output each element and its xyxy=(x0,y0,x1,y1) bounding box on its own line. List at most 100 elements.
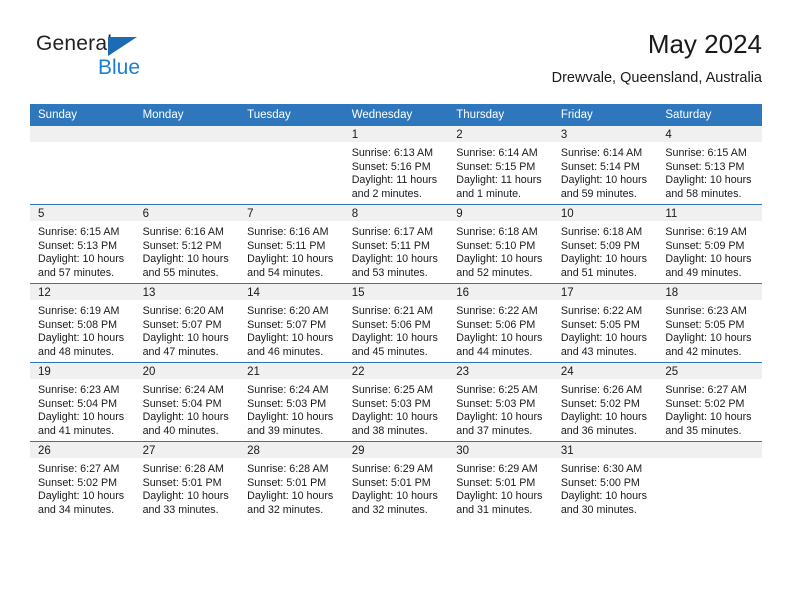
day-cell-inner: 7 Sunrise: 6:16 AM Sunset: 5:11 PM Daylight… xyxy=(239,205,344,283)
daylight-text-line1: Daylight: 10 hours xyxy=(247,411,334,424)
calendar-day-cell[interactable]: 31 Sunrise: 6:30 AM Sunset: 5:00 PM Dayligh… xyxy=(552,441,658,520)
day-number: 24 xyxy=(552,363,658,380)
sunrise-text: Sunrise: 6:24 AM xyxy=(247,384,329,396)
day-details: Sunrise: 6:23 AM Sunset: 5:05 PM Daylight:… xyxy=(657,301,762,359)
daylight-text-line2: and 45 minutes. xyxy=(351,345,428,358)
calendar-day-cell[interactable]: 5 Sunrise: 6:15 AM Sunset: 5:13 PM Daylight… xyxy=(30,204,135,284)
calendar-day-cell[interactable]: 16 Sunrise: 6:22 AM Sunset: 5:06 PM Dayligh… xyxy=(448,283,553,363)
sunset-text: Sunset: 5:05 PM xyxy=(560,318,640,331)
day-number: 27 xyxy=(134,442,240,459)
day-number: 21 xyxy=(239,363,344,380)
daylight-text-line2: and 36 minutes. xyxy=(560,424,637,437)
sunset-text: Sunset: 5:07 PM xyxy=(247,318,327,331)
calendar-day-cell[interactable]: 27 Sunrise: 6:28 AM Sunset: 5:01 PM Dayligh… xyxy=(134,441,240,520)
calendar-day-cell[interactable]: 21 Sunrise: 6:24 AM Sunset: 5:03 PM Dayligh… xyxy=(239,362,344,442)
daylight-text-line2: and 47 minutes. xyxy=(142,345,219,358)
calendar-day-cell[interactable]: 11 Sunrise: 6:19 AM Sunset: 5:09 PM Dayligh… xyxy=(657,204,762,284)
calendar-day-cell[interactable]: 29 Sunrise: 6:29 AM Sunset: 5:01 PM Dayligh… xyxy=(343,441,449,520)
day-cell-inner: 13 Sunrise: 6:20 AM Sunset: 5:07 PM Dayligh… xyxy=(134,284,240,362)
calendar-day-cell[interactable]: 13 Sunrise: 6:20 AM Sunset: 5:07 PM Dayligh… xyxy=(134,283,240,363)
sunset-text: Sunset: 5:10 PM xyxy=(456,239,536,252)
calendar-day-cell[interactable]: 12 Sunrise: 6:19 AM Sunset: 5:08 PM Dayligh… xyxy=(30,283,135,363)
sunrise-text: Sunrise: 6:16 AM xyxy=(247,226,329,238)
day-cell-inner: 3 Sunrise: 6:14 AM Sunset: 5:14 PM Daylight… xyxy=(552,126,658,204)
calendar-table: Sunday Monday Tuesday Wednesday Thursday… xyxy=(30,104,762,520)
daylight-text-line1: Daylight: 10 hours xyxy=(560,174,647,187)
sunset-text: Sunset: 5:12 PM xyxy=(142,239,222,252)
day-number: 6 xyxy=(134,205,240,222)
day-number: 25 xyxy=(657,363,762,380)
calendar-day-cell[interactable]: 30 Sunrise: 6:29 AM Sunset: 5:01 PM Dayligh… xyxy=(448,441,553,520)
day-cell-inner xyxy=(134,126,240,204)
calendar-day-cell[interactable]: 3 Sunrise: 6:14 AM Sunset: 5:14 PM Daylight… xyxy=(552,126,658,205)
day-number: 20 xyxy=(134,363,240,380)
day-cell-inner xyxy=(30,126,135,204)
daylight-text-line2: and 57 minutes. xyxy=(38,266,115,279)
day-cell-inner: 29 Sunrise: 6:29 AM Sunset: 5:01 PM Dayligh… xyxy=(343,442,449,520)
sunset-text: Sunset: 5:04 PM xyxy=(38,397,118,410)
page-title: May 2024 xyxy=(647,29,762,59)
daylight-text-line1: Daylight: 10 hours xyxy=(247,490,334,503)
daylight-text-line2: and 33 minutes. xyxy=(142,503,219,516)
sunset-text: Sunset: 5:03 PM xyxy=(456,397,536,410)
calendar-day-cell[interactable]: 20 Sunrise: 6:24 AM Sunset: 5:04 PM Dayligh… xyxy=(134,362,240,442)
day-details: Sunrise: 6:15 AM Sunset: 5:13 PM Daylight:… xyxy=(657,143,762,201)
sunrise-text: Sunrise: 6:21 AM xyxy=(351,305,434,317)
day-number: 5 xyxy=(30,205,135,222)
calendar-day-cell[interactable]: 15 Sunrise: 6:21 AM Sunset: 5:06 PM Dayligh… xyxy=(343,283,449,363)
calendar-day-cell[interactable]: 6 Sunrise: 6:16 AM Sunset: 5:12 PM Daylight… xyxy=(134,204,240,284)
calendar-week-row: 19 Sunrise: 6:23 AM Sunset: 5:04 PM Dayligh… xyxy=(30,362,762,442)
daylight-text-line1: Daylight: 10 hours xyxy=(142,332,229,345)
calendar-day-cell[interactable]: 23 Sunrise: 6:25 AM Sunset: 5:03 PM Dayligh… xyxy=(448,362,553,442)
day-details: Sunrise: 6:24 AM Sunset: 5:03 PM Daylight:… xyxy=(239,380,344,438)
day-details: Sunrise: 6:24 AM Sunset: 5:04 PM Daylight:… xyxy=(135,380,240,438)
calendar-day-cell[interactable]: 8 Sunrise: 6:17 AM Sunset: 5:11 PM Daylight… xyxy=(343,204,449,284)
daylight-text-line1: Daylight: 10 hours xyxy=(38,253,125,266)
calendar-day-cell[interactable]: 10 Sunrise: 6:18 AM Sunset: 5:09 PM Dayligh… xyxy=(552,204,658,284)
calendar-day-cell[interactable]: 1 Sunrise: 6:13 AM Sunset: 5:16 PM Daylight… xyxy=(343,126,449,205)
calendar-day-cell[interactable]: 17 Sunrise: 6:22 AM Sunset: 5:05 PM Dayligh… xyxy=(552,283,658,363)
calendar-day-cell[interactable]: 25 Sunrise: 6:27 AM Sunset: 5:02 PM Dayligh… xyxy=(657,362,762,442)
daylight-text-line2: and 34 minutes. xyxy=(38,503,115,516)
day-details: Sunrise: 6:22 AM Sunset: 5:05 PM Daylight:… xyxy=(553,301,658,359)
daylight-text-line2: and 1 minute. xyxy=(456,187,522,200)
sunset-text: Sunset: 5:02 PM xyxy=(38,476,118,489)
sunset-text: Sunset: 5:02 PM xyxy=(665,397,745,410)
day-number: 1 xyxy=(343,126,449,143)
calendar-day-cell[interactable]: 7 Sunrise: 6:16 AM Sunset: 5:11 PM Daylight… xyxy=(239,204,344,284)
day-number: 15 xyxy=(343,284,449,301)
day-cell-inner: 9 Sunrise: 6:18 AM Sunset: 5:10 PM Daylight… xyxy=(448,205,553,283)
day-cell-inner: 16 Sunrise: 6:22 AM Sunset: 5:06 PM Dayligh… xyxy=(448,284,553,362)
calendar-day-cell[interactable]: 28 Sunrise: 6:28 AM Sunset: 5:01 PM Dayligh… xyxy=(239,441,344,520)
day-details: Sunrise: 6:25 AM Sunset: 5:03 PM Daylight:… xyxy=(344,380,449,438)
day-details: Sunrise: 6:17 AM Sunset: 5:11 PM Daylight:… xyxy=(344,222,449,280)
calendar-day-cell[interactable]: 24 Sunrise: 6:26 AM Sunset: 5:02 PM Dayligh… xyxy=(552,362,658,442)
calendar-week-row: 5 Sunrise: 6:15 AM Sunset: 5:13 PM Daylight… xyxy=(30,204,762,284)
calendar-day-cell[interactable]: 18 Sunrise: 6:23 AM Sunset: 5:05 PM Dayligh… xyxy=(657,283,762,363)
day-cell-inner: 24 Sunrise: 6:26 AM Sunset: 5:02 PM Dayligh… xyxy=(552,363,658,441)
calendar-day-cell[interactable]: 19 Sunrise: 6:23 AM Sunset: 5:04 PM Dayligh… xyxy=(30,362,135,442)
daylight-text-line2: and 52 minutes. xyxy=(456,266,533,279)
daylight-text-line1: Daylight: 10 hours xyxy=(560,490,647,503)
daylight-text-line1: Daylight: 10 hours xyxy=(38,411,125,424)
calendar-day-cell[interactable]: 26 Sunrise: 6:27 AM Sunset: 5:02 PM Dayligh… xyxy=(30,441,135,520)
calendar-day-cell[interactable]: 4 Sunrise: 6:15 AM Sunset: 5:13 PM Daylight… xyxy=(657,126,762,205)
sunset-text: Sunset: 5:06 PM xyxy=(351,318,431,331)
day-details: Sunrise: 6:21 AM Sunset: 5:06 PM Daylight:… xyxy=(344,301,449,359)
daylight-text-line1: Daylight: 10 hours xyxy=(665,174,752,187)
sunrise-text: Sunrise: 6:22 AM xyxy=(560,305,643,317)
calendar-day-cell[interactable]: 14 Sunrise: 6:20 AM Sunset: 5:07 PM Dayligh… xyxy=(239,283,344,363)
calendar-day-cell[interactable]: 22 Sunrise: 6:25 AM Sunset: 5:03 PM Dayligh… xyxy=(343,362,449,442)
calendar-empty-cell xyxy=(134,126,240,205)
sunrise-text: Sunrise: 6:14 AM xyxy=(560,147,643,159)
calendar-day-cell[interactable]: 2 Sunrise: 6:14 AM Sunset: 5:15 PM Daylight… xyxy=(448,126,553,205)
day-number: 9 xyxy=(448,205,553,222)
daylight-text-line2: and 2 minutes. xyxy=(351,187,422,200)
daylight-text-line2: and 42 minutes. xyxy=(665,345,742,358)
day-number: 18 xyxy=(657,284,762,301)
sunrise-text: Sunrise: 6:16 AM xyxy=(142,226,224,238)
day-number xyxy=(657,442,762,459)
day-details: Sunrise: 6:13 AM Sunset: 5:16 PM Daylight:… xyxy=(344,143,449,201)
calendar-day-cell[interactable]: 9 Sunrise: 6:18 AM Sunset: 5:10 PM Daylight… xyxy=(448,204,553,284)
day-cell-inner: 31 Sunrise: 6:30 AM Sunset: 5:00 PM Dayligh… xyxy=(552,442,658,520)
